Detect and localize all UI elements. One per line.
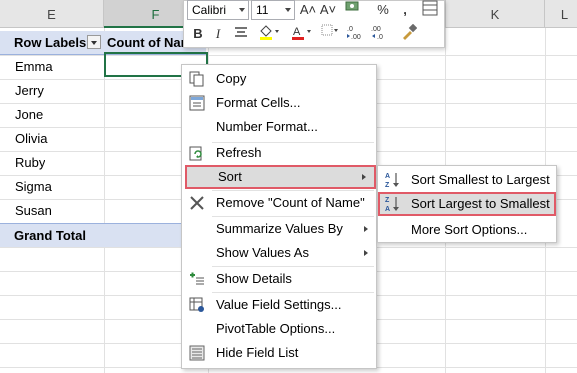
svg-text:.00: .00 bbox=[371, 26, 381, 33]
grand-total-row: Grand Total bbox=[0, 223, 200, 247]
copy-icon bbox=[189, 71, 205, 87]
bold-button[interactable]: B bbox=[189, 24, 207, 44]
menu-item-label: Copy bbox=[216, 71, 247, 86]
borders-icon bbox=[321, 24, 338, 36]
menu-item-label: PivotTable Options... bbox=[216, 321, 336, 336]
svg-text:.00: .00 bbox=[351, 34, 361, 40]
pivot-row-label[interactable]: Ruby bbox=[15, 151, 45, 175]
menu-item-format-cells[interactable]: Format Cells... bbox=[182, 91, 376, 115]
svg-text:Z: Z bbox=[385, 182, 390, 189]
font-size-dropdown[interactable]: 11 bbox=[251, 0, 295, 20]
menu-item-label: Remove "Count of Name" bbox=[216, 195, 365, 210]
column-header-e[interactable]: E bbox=[0, 0, 104, 28]
refresh-icon bbox=[189, 145, 205, 161]
pivot-row-label[interactable]: Susan bbox=[15, 199, 52, 223]
menu-item-number-format[interactable]: Number Format... bbox=[182, 115, 376, 139]
svg-text:.0: .0 bbox=[347, 26, 353, 33]
menu-item-label: Hide Field List bbox=[216, 345, 299, 360]
svg-text:A: A bbox=[385, 173, 390, 180]
font-name-value: Calibri bbox=[192, 3, 227, 17]
svg-text:A: A bbox=[293, 26, 301, 38]
increase-decimal-icon: .0.00 bbox=[347, 26, 361, 41]
submenu-item-label: Sort Largest to Smallest bbox=[411, 196, 550, 211]
decrease-font-size-button[interactable]: A˅ bbox=[319, 0, 337, 20]
format-cells-icon bbox=[189, 95, 205, 111]
pivot-row-label[interactable]: Emma bbox=[15, 55, 53, 79]
pivot-row-label[interactable]: Olivia bbox=[15, 127, 48, 151]
submenu-item-label: Sort Smallest to Largest bbox=[411, 172, 550, 187]
font-color-button[interactable]: A bbox=[287, 24, 315, 44]
menu-item-refresh[interactable]: Refresh bbox=[182, 141, 376, 165]
pivot-row-label[interactable]: Jerry bbox=[15, 79, 44, 103]
increase-decimal-button[interactable]: .0.00 bbox=[344, 24, 366, 44]
row-labels-filter-button[interactable] bbox=[87, 35, 101, 49]
comma-style-button[interactable]: , bbox=[396, 0, 414, 20]
paint-bucket-icon bbox=[260, 25, 279, 40]
italic-button[interactable]: I bbox=[209, 24, 227, 44]
menu-item-show-details[interactable]: Show Details bbox=[182, 267, 376, 291]
svg-text:.0: .0 bbox=[377, 34, 383, 40]
pivot-row-label[interactable]: Sigma bbox=[15, 175, 52, 199]
show-details-icon bbox=[189, 271, 205, 287]
menu-item-value-field-settings[interactable]: Value Field Settings... bbox=[182, 293, 376, 317]
menu-item-sort[interactable]: Sort bbox=[185, 165, 376, 189]
field-list-icon bbox=[189, 345, 205, 361]
sort-ascending-icon: AZ bbox=[384, 171, 402, 189]
submenu-arrow-icon bbox=[362, 174, 366, 180]
menu-item-label: Sort bbox=[218, 169, 242, 184]
sort-submenu: AZ Sort Smallest to Largest ZA Sort Larg… bbox=[377, 165, 557, 243]
submenu-item-sort-largest-to-smallest[interactable]: ZA Sort Largest to Smallest bbox=[378, 192, 556, 216]
submenu-item-label: More Sort Options... bbox=[411, 222, 528, 237]
paintbrush-icon bbox=[403, 23, 418, 40]
menu-item-label: Number Format... bbox=[216, 119, 318, 134]
font-name-dropdown[interactable]: Calibri bbox=[187, 0, 249, 20]
menu-item-hide-field-list[interactable]: Hide Field List bbox=[182, 341, 376, 365]
accounting-icon bbox=[345, 1, 359, 11]
increase-font-size-button[interactable]: A˄ bbox=[299, 0, 317, 20]
menu-item-label: Show Values As bbox=[216, 245, 309, 260]
chevron-down-icon bbox=[285, 8, 291, 12]
borders-button[interactable] bbox=[319, 24, 341, 44]
mini-toolbar: Calibri 11 A˄ A˅ % , B I A .0.00 .00.0 bbox=[183, 0, 445, 48]
column-header-k[interactable]: K bbox=[445, 0, 545, 28]
menu-item-label: Summarize Values By bbox=[216, 221, 343, 236]
table-format-icon bbox=[422, 0, 438, 16]
row-labels-header[interactable]: Row Labels bbox=[14, 31, 86, 55]
menu-item-summarize-values-by[interactable]: Summarize Values By bbox=[182, 217, 376, 241]
menu-item-label: Value Field Settings... bbox=[216, 297, 342, 312]
chevron-down-icon bbox=[239, 8, 245, 12]
column-header-l[interactable]: L bbox=[545, 0, 577, 28]
menu-item-pivottable-options[interactable]: PivotTable Options... bbox=[182, 317, 376, 341]
value-field-settings-icon bbox=[189, 297, 205, 313]
submenu-arrow-icon bbox=[364, 226, 368, 232]
accounting-format-button[interactable] bbox=[342, 0, 364, 20]
submenu-item-more-sort-options[interactable]: More Sort Options... bbox=[378, 218, 556, 242]
font-size-value: 11 bbox=[256, 3, 269, 17]
pivot-row-label[interactable]: Jone bbox=[15, 103, 43, 127]
svg-text:A: A bbox=[385, 206, 390, 213]
center-align-button[interactable] bbox=[231, 24, 251, 44]
align-center-icon bbox=[235, 27, 247, 37]
fill-color-button[interactable] bbox=[255, 24, 283, 44]
menu-item-show-values-as[interactable]: Show Values As bbox=[182, 241, 376, 265]
percent-style-button[interactable]: % bbox=[374, 0, 392, 20]
decrease-decimal-icon: .00.0 bbox=[371, 26, 383, 41]
format-painter-button[interactable] bbox=[398, 23, 420, 44]
grand-total-label[interactable]: Grand Total bbox=[14, 224, 86, 248]
submenu-arrow-icon bbox=[364, 250, 368, 256]
font-color-icon: A bbox=[292, 26, 311, 40]
menu-item-remove-field[interactable]: Remove "Count of Name" bbox=[182, 191, 376, 215]
context-menu: Copy Format Cells... Number Format... Re… bbox=[181, 64, 377, 369]
menu-item-label: Show Details bbox=[216, 271, 292, 286]
format-painter-table-button[interactable] bbox=[420, 0, 440, 20]
decrease-decimal-button[interactable]: .00.0 bbox=[368, 24, 390, 44]
svg-text:Z: Z bbox=[385, 197, 390, 204]
menu-item-label: Refresh bbox=[216, 145, 262, 160]
menu-item-label: Format Cells... bbox=[216, 95, 301, 110]
menu-item-copy[interactable]: Copy bbox=[182, 67, 376, 91]
remove-x-icon bbox=[189, 195, 205, 211]
sort-descending-icon: ZA bbox=[384, 195, 402, 213]
gridline bbox=[0, 55, 577, 56]
submenu-item-sort-smallest-to-largest[interactable]: AZ Sort Smallest to Largest bbox=[378, 168, 556, 192]
